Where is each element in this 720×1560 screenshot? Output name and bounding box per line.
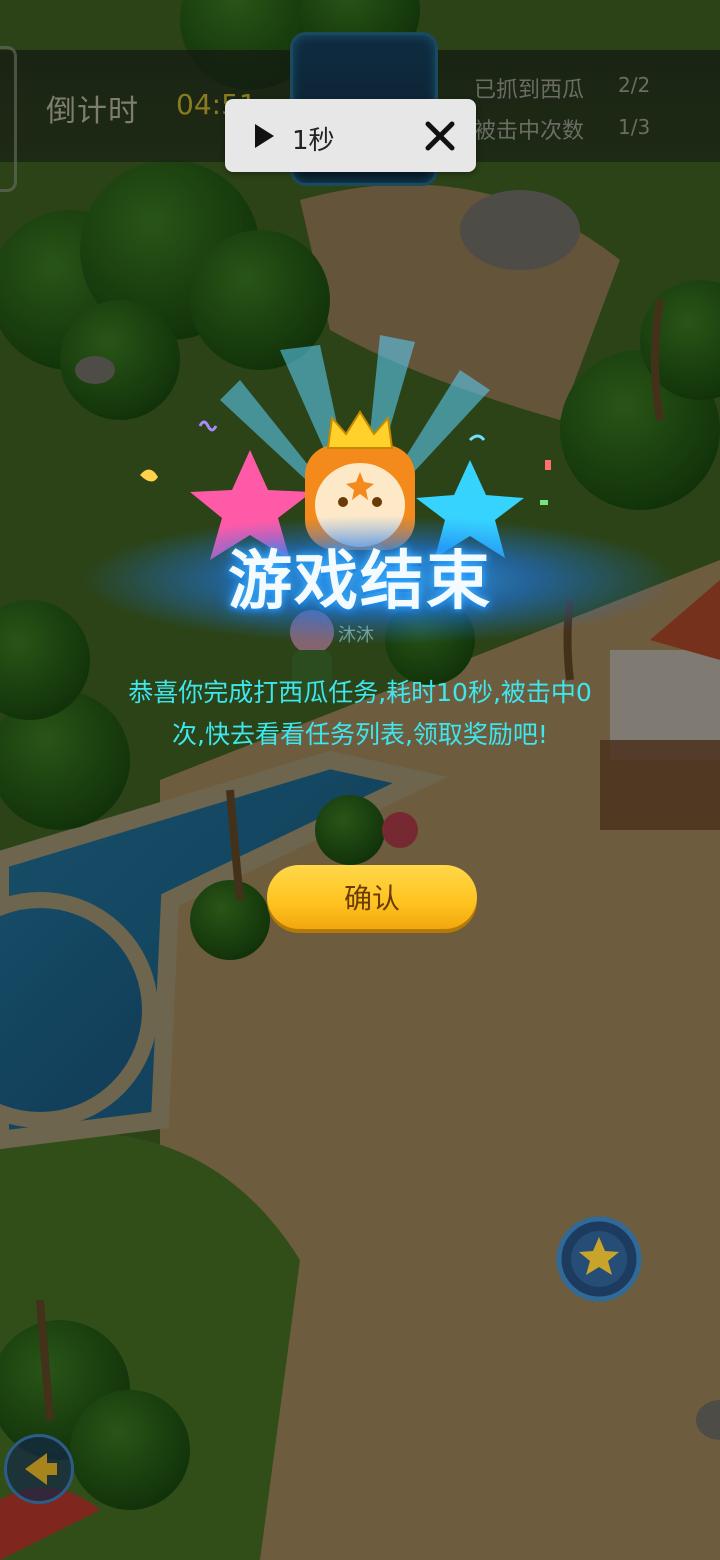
- confirm-button[interactable]: 确认: [267, 865, 477, 929]
- stat-label-watermelons: 已抓到西瓜: [474, 78, 585, 103]
- star-wand-skill-icon[interactable]: [555, 1215, 643, 1303]
- stat-value-watermelons: 2/2: [618, 73, 651, 97]
- stat-label-hits: 被击中次数: [474, 119, 585, 144]
- toast-timer-text: 1秒: [292, 126, 335, 156]
- play-icon[interactable]: [253, 123, 275, 149]
- game-over-title: 游戏结束: [228, 545, 492, 619]
- modal-overlay: [0, 0, 720, 1560]
- hud-left-frame: [0, 46, 17, 192]
- back-arrow-icon: [25, 1453, 57, 1485]
- countdown-label: 倒计时: [46, 94, 139, 129]
- stat-value-hits: 1/3: [618, 115, 651, 139]
- back-button[interactable]: [4, 1434, 74, 1504]
- player-name-tag: 沐沐: [338, 625, 374, 646]
- close-icon[interactable]: [424, 120, 456, 152]
- game-screen: 倒计时 04:51 已抓到西瓜 2/2 被击中次数 1/3 1秒 游戏结束 沐沐…: [0, 0, 720, 1560]
- result-message: 恭喜你完成打西瓜任务,耗时10秒,被击中0次,快去看看任务列表,领取奖励吧!: [128, 678, 592, 749]
